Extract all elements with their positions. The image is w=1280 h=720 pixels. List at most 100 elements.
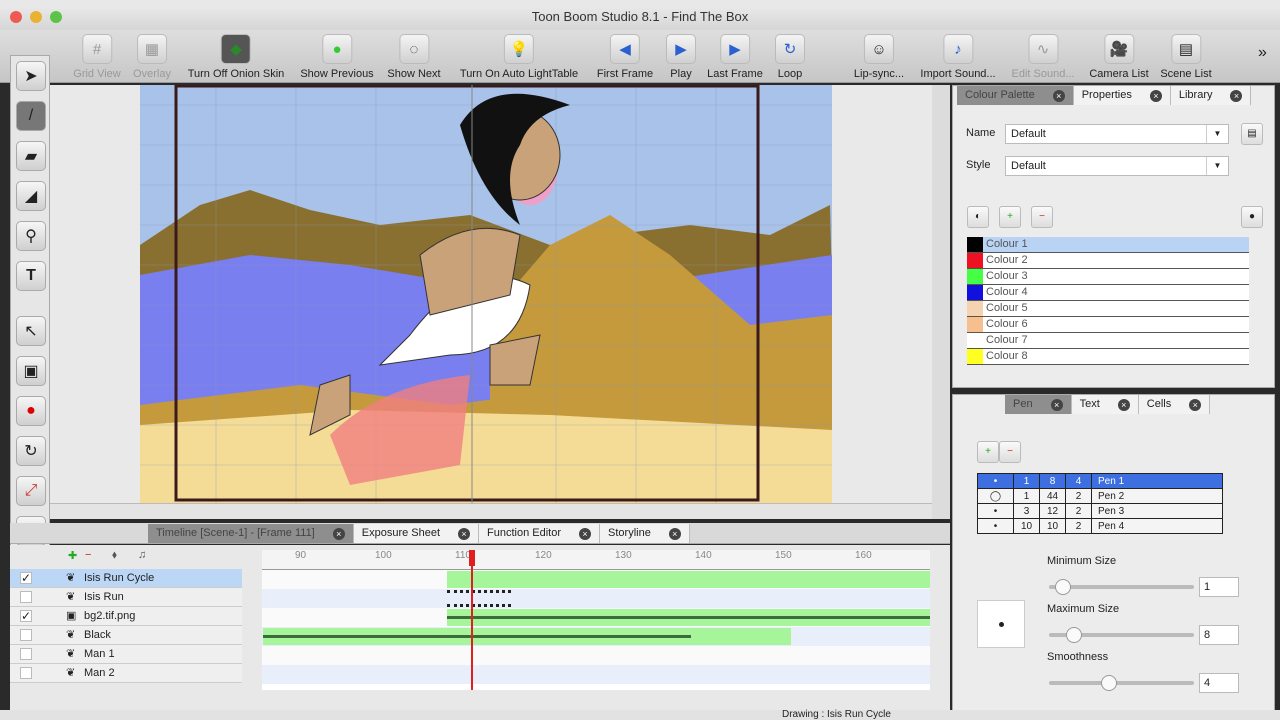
zoom-window-button[interactable]	[50, 11, 62, 23]
layer-frames-row[interactable]	[262, 589, 930, 608]
pen-row[interactable]: ◯ 1 44 2 Pen 2	[977, 488, 1223, 504]
drawing-canvas[interactable]	[50, 85, 932, 503]
layer-visibility-checkbox[interactable]	[20, 667, 32, 679]
toolbar-edit-sound-button[interactable]: ∿ Edit Sound...	[1012, 34, 1075, 80]
toolbar-import-sound-button[interactable]: ♪ Import Sound...	[920, 34, 996, 80]
toolbar-first-frame-button[interactable]: ◀ First Frame	[597, 34, 653, 80]
min-size-slider[interactable]	[1049, 579, 1194, 595]
tab-cells[interactable]: Cells ×	[1138, 395, 1211, 414]
colour-swatch-row[interactable]: Colour 2	[967, 253, 1249, 269]
tab-properties[interactable]: Properties ×	[1073, 86, 1171, 105]
close-icon[interactable]: ×	[1052, 89, 1065, 102]
close-icon[interactable]: ×	[1149, 89, 1162, 102]
toolbar-last-frame-button[interactable]: ▶ Last Frame	[707, 34, 763, 80]
colour-wheel-button[interactable]: ◐	[967, 206, 989, 228]
toolbar-show-previous-button[interactable]: ● Show Previous	[300, 34, 374, 80]
close-icon[interactable]: ×	[1189, 398, 1202, 411]
transform-tool-icon[interactable]: ▣	[16, 356, 46, 386]
brush-tool-icon[interactable]: /	[16, 101, 46, 131]
playhead[interactable]	[471, 550, 473, 690]
paint-tool-icon[interactable]: ▰	[16, 141, 46, 171]
close-icon[interactable]: ×	[458, 527, 471, 540]
toolbar-loop-button[interactable]: ↻ Loop	[775, 34, 805, 80]
toolbar-grid-view-button[interactable]: # Grid View	[73, 34, 121, 80]
toolbar-overlay-button[interactable]: ▦ Overlay	[133, 34, 171, 80]
tab-colour-palette[interactable]: Colour Palette ×	[957, 86, 1074, 105]
slider-knob[interactable]	[1055, 579, 1072, 595]
toolbar-scene-list-button[interactable]: ▤ Scene List	[1160, 34, 1212, 80]
colour-swatch-row[interactable]: Colour 1	[967, 237, 1249, 253]
pen-list[interactable]: • 1 8 4 Pen 1 ◯ 1 44 2 Pen 2 • 3 12 2 Pen 3 • 10 10 2 Pen 4	[977, 473, 1223, 534]
select-tool-icon[interactable]: ➤	[16, 61, 46, 91]
layer-visibility-checkbox[interactable]	[20, 629, 32, 641]
colour-swatch-row[interactable]: Colour 3	[967, 269, 1249, 285]
close-icon[interactable]: ×	[1230, 89, 1243, 102]
close-icon[interactable]: ×	[1050, 398, 1063, 411]
close-window-button[interactable]	[10, 11, 22, 23]
toolbar-overflow-button[interactable]: »	[1258, 44, 1267, 62]
palette-menu-button[interactable]: ▤	[1241, 123, 1263, 145]
tab-function-editor[interactable]: Function Editor ×	[479, 524, 601, 543]
min-size-input[interactable]: 1	[1199, 577, 1239, 597]
colour-swatch-row[interactable]: Colour 5	[967, 301, 1249, 317]
rotate-tool-icon[interactable]: ↻	[16, 436, 46, 466]
layer-visibility-checkbox[interactable]: ✓	[20, 572, 32, 584]
toolbar-turn-off-onion-skin-button[interactable]: ◆ Turn Off Onion Skin	[188, 34, 284, 80]
colour-swatch-row[interactable]: Colour 6	[967, 317, 1249, 333]
smoothness-slider[interactable]	[1049, 675, 1194, 691]
zoom-tool-icon[interactable]: ⚲	[16, 221, 46, 251]
layer-row[interactable]: ✓ ▣ bg2.tif.png	[10, 607, 242, 626]
tab-exposure-sheet[interactable]: Exposure Sheet ×	[353, 524, 480, 543]
max-size-input[interactable]: 8	[1199, 625, 1239, 645]
toolbar-play-button[interactable]: ▶ Play	[666, 34, 696, 80]
layer-frames-row[interactable]	[262, 646, 930, 665]
exposure-bar[interactable]	[447, 571, 930, 588]
colour-swatch-row[interactable]: Colour 7	[967, 333, 1249, 349]
layer-row[interactable]: ❦ Black	[10, 626, 242, 645]
layer-row[interactable]: ✓ ❦ Isis Run Cycle	[10, 569, 242, 588]
toolbar-turn-on-auto-lighttable-button[interactable]: 💡 Turn On Auto LightTable	[460, 34, 578, 80]
layer-visibility-checkbox[interactable]: ✓	[20, 610, 32, 622]
close-icon[interactable]: ×	[579, 527, 592, 540]
tab-storyline[interactable]: Storyline ×	[600, 524, 690, 543]
close-icon[interactable]: ×	[332, 527, 345, 540]
palette-style-select[interactable]: Default ▼	[1005, 156, 1229, 176]
layer-properties-icon[interactable]: ⬧	[112, 549, 117, 562]
add-colour-button[interactable]: +	[999, 206, 1021, 228]
exposure-bar[interactable]	[447, 590, 511, 607]
tab-library[interactable]: Library ×	[1170, 86, 1252, 105]
slider-knob[interactable]	[1065, 627, 1082, 643]
text-tool-icon[interactable]: T	[16, 261, 46, 291]
colour-swatch-row[interactable]: Colour 8	[967, 349, 1249, 365]
remove-colour-button[interactable]: −	[1031, 206, 1053, 228]
slider-knob[interactable]	[1100, 675, 1117, 691]
layer-visibility-checkbox[interactable]	[20, 591, 32, 603]
tab-pen[interactable]: Pen ×	[1005, 395, 1072, 414]
layer-row[interactable]: ❦ Man 1	[10, 645, 242, 664]
layer-frames-row[interactable]	[262, 665, 930, 684]
pivot-tool-icon[interactable]: ●	[16, 396, 46, 426]
contour-editor-icon[interactable]: ↖	[16, 316, 46, 346]
pen-row[interactable]: • 10 10 2 Pen 4	[977, 518, 1223, 534]
smoothness-input[interactable]: 4	[1199, 673, 1239, 693]
colour-swatch-row[interactable]: Colour 4	[967, 285, 1249, 301]
tab-text[interactable]: Text ×	[1071, 395, 1139, 414]
frame-ruler[interactable]: 90 100 110 120 130 140 150 160	[262, 550, 930, 570]
playhead-handle[interactable]	[469, 550, 475, 566]
effect-icon[interactable]: ♫	[138, 549, 146, 561]
scale-tool-icon[interactable]: ⤢	[16, 476, 46, 506]
minimize-window-button[interactable]	[30, 11, 42, 23]
max-size-slider[interactable]	[1049, 627, 1194, 643]
remove-pen-button[interactable]: −	[999, 441, 1021, 463]
toolbar-camera-list-button[interactable]: 🎥 Camera List	[1089, 34, 1149, 80]
add-pen-button[interactable]: +	[977, 441, 999, 463]
tab-timeline-scene-1-frame-111[interactable]: Timeline [Scene-1] - [Frame 111] ×	[148, 524, 354, 543]
palette-name-select[interactable]: Default ▼	[1005, 124, 1229, 144]
pen-row[interactable]: • 3 12 2 Pen 3	[977, 503, 1223, 519]
close-icon[interactable]: ×	[1117, 398, 1130, 411]
pen-row[interactable]: • 1 8 4 Pen 1	[977, 473, 1223, 489]
layer-visibility-checkbox[interactable]	[20, 648, 32, 660]
layer-row[interactable]: ❦ Isis Run	[10, 588, 242, 607]
texture-button[interactable]: ●	[1241, 206, 1263, 228]
toolbar-show-next-button[interactable]: ◌ Show Next	[387, 34, 441, 80]
